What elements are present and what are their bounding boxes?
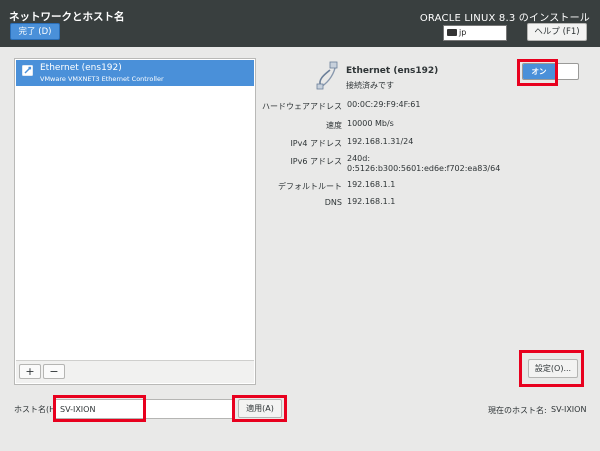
toggle-on-label: オン <box>523 64 555 79</box>
ipv6-label: IPv6 アドレス <box>290 157 342 166</box>
help-button[interactable]: ヘルプ (F1) <box>527 23 587 41</box>
network-wired-icon <box>22 65 33 76</box>
done-button[interactable]: 完了 (D) <box>10 23 60 40</box>
remove-device-button[interactable]: − <box>43 364 65 379</box>
network-device-list: Ethernet (ens192) VMware VMXNET3 Etherne… <box>14 58 256 385</box>
keyboard-icon <box>447 29 457 36</box>
product-title: ORACLE LINUX 8.3 のインストール <box>419 13 590 24</box>
hw-address-label: ハードウェアアドレス <box>262 102 342 111</box>
ipv6-value: 240d: <box>347 154 371 163</box>
hostname-input[interactable] <box>54 399 234 419</box>
device-name: Ethernet (ens192) <box>346 66 439 76</box>
keyboard-layout-indicator[interactable]: jp <box>443 25 507 41</box>
ipv4-label: IPv4 アドレス <box>290 139 342 148</box>
list-item-name: Ethernet (ens192) <box>40 63 122 73</box>
ethernet-cable-icon <box>316 61 338 90</box>
default-route-value: 192.168.1.1 <box>347 180 396 189</box>
dns-value: 192.168.1.1 <box>347 197 396 206</box>
ipv6-value-continued: 0:5126:b300:5601:ed6e:f702:ea83/64 <box>347 164 501 173</box>
list-item-ens192[interactable]: Ethernet (ens192) VMware VMXNET3 Etherne… <box>16 60 254 86</box>
apply-hostname-button[interactable]: 適用(A) <box>238 399 282 418</box>
add-device-button[interactable]: + <box>19 364 41 379</box>
ipv4-value: 192.168.1.31/24 <box>347 137 414 146</box>
speed-label: 速度 <box>326 121 342 130</box>
list-item-description: VMware VMXNET3 Ethernet Controller <box>40 75 164 83</box>
list-toolbar: + − <box>16 360 254 383</box>
speed-value: 10000 Mb/s <box>347 119 394 128</box>
hw-address-value: 00:0C:29:F9:4F:61 <box>347 100 421 109</box>
current-hostname-value: SV-IXION <box>551 405 587 414</box>
dns-label: DNS <box>324 198 342 207</box>
page-title: ネットワークとホスト名 <box>9 11 125 23</box>
header-bar: ネットワークとホスト名 完了 (D) ORACLE LINUX 8.3 のインス… <box>0 0 600 47</box>
connection-toggle[interactable]: オン <box>522 63 579 80</box>
default-route-label: デフォルトルート <box>278 182 342 191</box>
device-status: 接続済みです <box>346 81 394 90</box>
keyboard-layout-label: jp <box>459 28 467 37</box>
settings-button[interactable]: 設定(O)... <box>528 359 578 378</box>
current-hostname-label: 現在のホスト名: <box>488 406 547 415</box>
